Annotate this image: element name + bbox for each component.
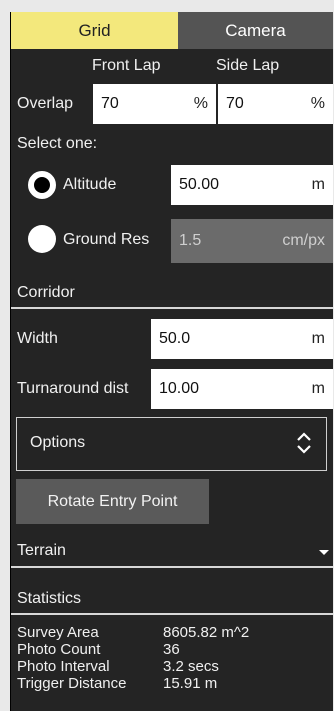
stat-value: 15.91 m [163, 675, 218, 692]
corridor-divider [11, 307, 333, 309]
stat-key: Trigger Distance [17, 675, 127, 692]
stat-row: Photo Interval 3.2 secs [17, 658, 249, 675]
terrain-divider [11, 566, 333, 568]
stat-key: Photo Interval [17, 658, 110, 675]
stat-row: Survey Area 8605.82 m^2 [17, 624, 249, 641]
turnaround-unit: m [311, 380, 325, 397]
altitude-unit: m [311, 176, 325, 193]
survey-settings-panel: Grid Camera Front Lap Side Lap Overlap 7… [10, 12, 333, 711]
options-label: Options [30, 434, 86, 451]
turnaround-label: Turnaround dist [17, 380, 129, 397]
altitude-field[interactable]: 50.00 m [171, 165, 333, 205]
tab-camera[interactable]: Camera [178, 12, 333, 49]
stat-key: Survey Area [17, 624, 99, 641]
terrain-section-title[interactable]: Terrain [17, 542, 66, 560]
tab-grid[interactable]: Grid [11, 12, 178, 49]
overlap-label: Overlap [17, 95, 74, 112]
width-field[interactable]: 50.0 m [151, 319, 333, 359]
ground-res-field[interactable]: 1.5 cm/px [171, 219, 333, 263]
width-value: 50.0 [159, 330, 191, 347]
stat-value: 36 [163, 641, 180, 658]
select-one-label: Select one: [17, 135, 98, 152]
stat-value: 8605.82 m^2 [163, 624, 250, 641]
terrain-expand-icon[interactable] [319, 550, 329, 555]
ground-res-label: Ground Res [63, 231, 150, 248]
statistics-section-title: Statistics [17, 590, 82, 607]
statistics-divider [11, 613, 333, 615]
rotate-entry-point-button[interactable]: Rotate Entry Point [16, 479, 209, 524]
ground-res-unit: cm/px [282, 232, 325, 249]
stat-key: Photo Count [17, 641, 101, 658]
ground-res-value: 1.5 [179, 232, 202, 249]
corridor-section-title: Corridor [17, 284, 75, 301]
width-label: Width [17, 330, 58, 347]
side-lap-value: 70 [226, 95, 244, 112]
stat-value: 3.2 secs [163, 658, 219, 675]
width-unit: m [311, 330, 325, 347]
ground-res-radio[interactable] [28, 225, 56, 253]
options-dropdown[interactable]: Options [16, 417, 327, 471]
turnaround-field[interactable]: 10.00 m [151, 369, 333, 409]
front-lap-unit: % [193, 95, 208, 112]
altitude-value: 50.00 [179, 176, 220, 193]
side-lap-unit: % [310, 95, 325, 112]
side-lap-field[interactable]: 70 % [218, 84, 333, 124]
front-lap-value: 70 [101, 95, 119, 112]
chevron-up-down-icon [297, 432, 311, 454]
altitude-radio[interactable] [28, 171, 56, 199]
turnaround-value: 10.00 [159, 380, 200, 397]
front-lap-field[interactable]: 70 % [93, 84, 216, 124]
altitude-label: Altitude [63, 176, 117, 193]
stat-row: Photo Count 36 [17, 641, 249, 658]
statistics-table: Survey Area 8605.82 m^2 Photo Count 36 P… [17, 624, 249, 692]
stat-row: Trigger Distance 15.91 m [17, 675, 249, 692]
front-lap-header: Front Lap [92, 57, 161, 74]
side-lap-header: Side Lap [216, 57, 280, 74]
tab-bar: Grid Camera [11, 12, 333, 49]
